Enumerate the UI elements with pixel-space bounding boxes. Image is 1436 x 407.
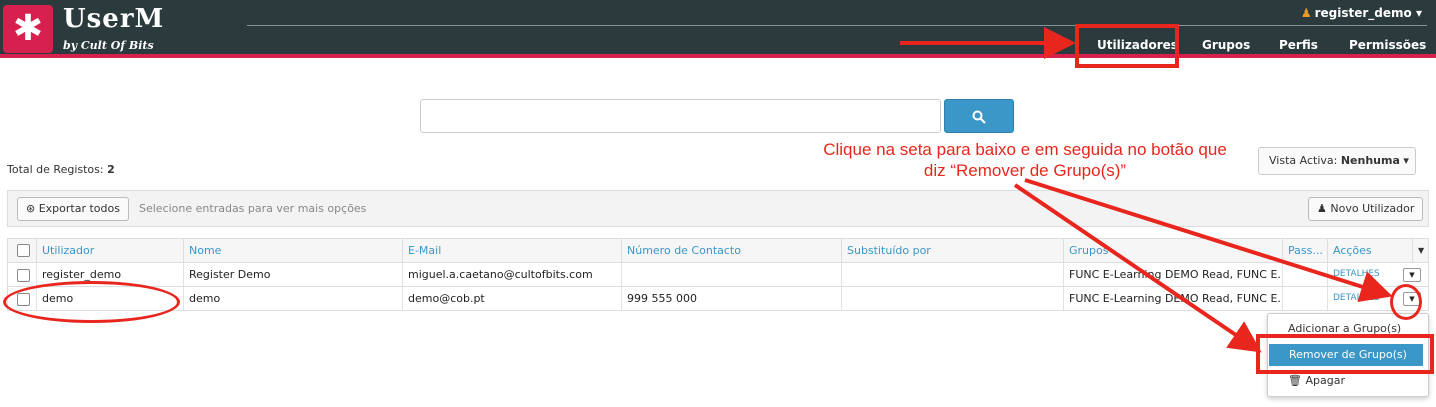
vista-activa-dropdown[interactable]: Vista Activa: Nenhuma ▾ [1258,147,1416,175]
person-icon: ♟ [1300,6,1312,20]
table-row[interactable]: demo demo demo@cob.pt 999 555 000 FUNC E… [7,287,1429,311]
total-records: Total de Registos: 2 [7,163,115,176]
col-grupos[interactable]: Grupos [1063,239,1282,263]
details-link[interactable]: DETALHES [1327,287,1397,310]
total-label: Total de Registos: [7,163,104,176]
caret-down-icon: ▾ [1403,154,1409,167]
table-row[interactable]: register_demo Register Demo miguel.a.cae… [7,263,1429,287]
highlight-nav-box [1075,24,1179,68]
col-contacto[interactable]: Número de Contacto [621,239,841,263]
highlight-demo-ellipse [3,281,180,323]
header-divider [247,25,1427,26]
caret-down-icon: ▾ [1415,6,1422,20]
cell-email: miguel.a.caetano@cultofbits.com [402,263,621,286]
download-icon: ⊛ [26,202,36,215]
user-name: register_demo [1314,6,1412,20]
columns-menu-button[interactable]: ▼ [1412,239,1429,263]
highlight-menu-box [1256,334,1434,374]
cell-contact: 999 555 000 [621,287,841,310]
search-input[interactable] [420,99,941,133]
app-title: UserM [63,4,165,34]
cell-groups: FUNC E-Learning DEMO Read, FUNC E... [1063,287,1282,310]
col-accoes: Acções [1327,239,1412,263]
table-header: Utilizador Nome E-Mail Número de Contact… [7,238,1429,263]
nav-perfis[interactable]: Perfis [1279,38,1318,52]
highlight-button-ellipse [1390,284,1422,320]
cell-email: demo@cob.pt [402,287,621,310]
row-actions-dropdown[interactable]: ▼ [1403,268,1421,282]
cell-name: Register Demo [183,263,402,286]
vista-value: Nenhuma [1340,154,1400,167]
col-utilizador[interactable]: Utilizador [36,239,183,263]
cell-pass [1282,287,1327,310]
col-email[interactable]: E-Mail [402,239,621,263]
cell-name: demo [183,287,402,310]
select-all-checkbox[interactable] [17,244,30,257]
annotation-line-2: diz “Remover de Grupo(s)” [923,161,1127,180]
nav-grupos[interactable]: Grupos [1202,38,1250,52]
search-icon [972,110,986,124]
col-pass[interactable]: Pass... [1282,239,1327,263]
cell-contact [621,263,841,286]
total-count: 2 [107,163,115,176]
user-menu[interactable]: ♟ register_demo ▾ [1301,6,1422,20]
asterisk-icon: ✱ [3,5,53,53]
trash-icon: 🗑 [1288,374,1302,387]
nav-permissoes[interactable]: Permissões [1349,38,1426,52]
col-nome[interactable]: Nome [183,239,402,263]
row-checkbox[interactable] [17,269,30,282]
app-subtitle: by Cult Of Bits [63,39,154,52]
export-all-button[interactable]: ⊛ Exportar todos [17,197,129,221]
table-toolbar: ⊛ Exportar todos Selecione entradas para… [7,190,1429,227]
cell-groups: FUNC E-Learning DEMO Read, FUNC E... [1063,263,1282,286]
app-header: ✱ UserM by Cult Of Bits ♟ register_demo ▾… [0,0,1436,58]
user-icon: ♟ [1317,202,1327,215]
cell-replaced [841,287,1063,310]
cell-replaced [841,263,1063,286]
menu-delete-label: Apagar [1305,374,1345,387]
vista-label: Vista Activa: [1269,154,1338,167]
cell-pass [1282,263,1327,286]
annotation-line-1: Clique na seta para baixo e em seguida n… [823,140,1227,159]
selection-hint: Selecione entradas para ver mais opções [139,202,367,215]
new-user-button[interactable]: ♟ Novo Utilizador [1308,197,1424,221]
tutorial-annotation: Clique na seta para baixo e em seguida n… [805,139,1245,181]
export-label: Exportar todos [38,202,120,215]
search-button[interactable] [944,99,1014,133]
details-link[interactable]: DETALHES [1327,263,1397,286]
col-substituido[interactable]: Substituído por [841,239,1061,263]
new-user-label: Novo Utilizador [1330,202,1415,215]
